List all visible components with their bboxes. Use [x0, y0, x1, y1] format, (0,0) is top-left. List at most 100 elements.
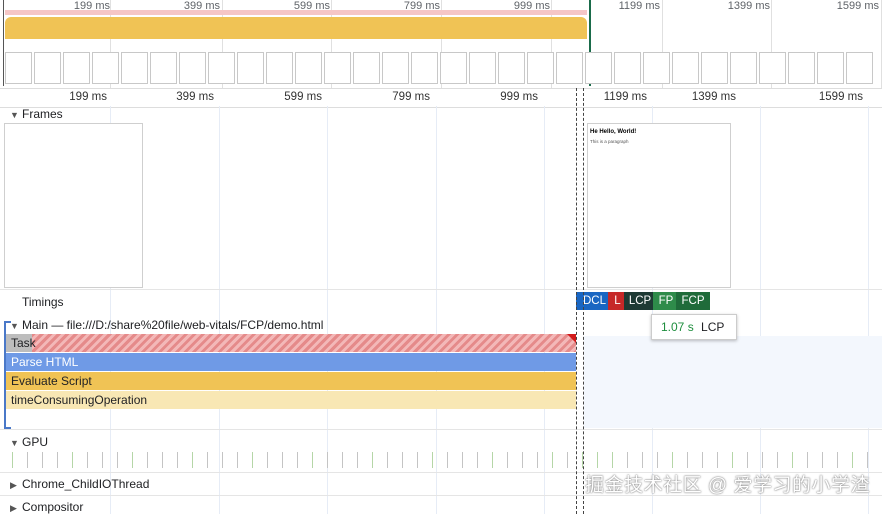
overview-screenshot-thumbnail [817, 52, 844, 84]
gpu-activity-tick [807, 452, 808, 468]
gpu-activity-tick [147, 452, 148, 468]
gpu-activity-tick [297, 452, 298, 468]
gridline [760, 106, 761, 514]
gpu-activity-tick [162, 452, 163, 468]
track-divider [0, 289, 882, 290]
track-frames-header[interactable]: ▼ Frames [10, 107, 63, 121]
timing-marker-lcp[interactable]: LCP [624, 292, 656, 310]
timeline-overview[interactable]: 199 ms 399 ms 599 ms 799 ms 999 ms 1199 … [0, 0, 882, 88]
gpu-activity-tick [102, 452, 103, 468]
frame-thumbnail-painted[interactable]: He Hello, World! This is a paragraph [587, 123, 731, 288]
task-event-bar[interactable]: Task [6, 334, 576, 352]
gpu-activity-tick [27, 452, 28, 468]
frame-thumbnail-blank[interactable] [4, 123, 143, 288]
gridline [868, 106, 869, 514]
ruler-tick: 1599 ms [818, 91, 863, 103]
gpu-activity-tick [57, 452, 58, 468]
overview-screenshot-thumbnail [614, 52, 641, 84]
track-divider [0, 429, 882, 430]
overview-screenshot-thumbnail [469, 52, 496, 84]
lcp-tooltip: 1.07 s LCP [651, 314, 737, 340]
track-label: GPU [22, 435, 49, 449]
track-timings-header: Timings [22, 295, 64, 309]
overview-screenshot-thumbnail [121, 52, 148, 84]
gpu-activity-tick [702, 452, 703, 468]
gpu-activity-tick [507, 452, 508, 468]
overview-screenshot-thumbnail [498, 52, 525, 84]
gpu-activity-tick [72, 452, 73, 468]
gpu-activity-tick [462, 452, 463, 468]
track-main-header[interactable]: ▼ Main — file:///D:/share%20file/web-vita… [10, 318, 323, 332]
collapse-triangle-icon: ▶ [10, 503, 17, 513]
gpu-activity-tick [222, 452, 223, 468]
gpu-activity-tick [537, 452, 538, 468]
frame-preview-text: This is a paragraph [590, 139, 629, 144]
gpu-activity-tick [177, 452, 178, 468]
overview-screenshot-thumbnail [643, 52, 670, 84]
collapse-triangle-icon: ▶ [10, 480, 17, 490]
ruler-tick: 1199 ms [603, 91, 647, 103]
overview-screenshot-thumbnail [730, 52, 757, 84]
gpu-activity-tick [432, 452, 433, 468]
overview-screenshot-thumbnail [527, 52, 554, 84]
ruler-tick: 1399 ms [691, 91, 736, 103]
gpu-activity-tick [42, 452, 43, 468]
gpu-activity-tick [312, 452, 313, 468]
main-thread-idle-area [584, 336, 882, 428]
gpu-activity-tick [192, 452, 193, 468]
evaluate-script-event-bar[interactable]: Evaluate Script [6, 372, 576, 390]
overview-screenshot-thumbnail [208, 52, 235, 84]
frame-preview-heading: He Hello, World! [590, 129, 637, 135]
gpu-activity-tick [282, 452, 283, 468]
overview-screenshot-thumbnail [63, 52, 90, 84]
overview-tick: 1599 ms [836, 0, 879, 12]
gpu-activity-tick [402, 452, 403, 468]
gpu-activity-tick [612, 452, 613, 468]
dcl-marker-line [576, 88, 577, 514]
gpu-activity-tick [117, 452, 118, 468]
timing-marker-fcp[interactable]: FCP [676, 292, 710, 310]
gpu-activity-tick [417, 452, 418, 468]
time-consuming-operation-event-bar[interactable]: timeConsumingOperation [6, 391, 576, 409]
gpu-activity-tick [717, 452, 718, 468]
overview-screenshot-thumbnail [382, 52, 409, 84]
track-gpu-header[interactable]: ▼ GPU [10, 435, 48, 449]
overview-screenshot-thumbnail [846, 52, 873, 84]
expand-triangle-icon: ▼ [10, 438, 19, 448]
ruler-tick: 199 ms [69, 91, 107, 103]
gpu-activity-tick [477, 452, 478, 468]
track-chrome-childio-header[interactable]: ▶ Chrome_ChildIOThread [10, 477, 149, 491]
gpu-activity-tick [792, 452, 793, 468]
gpu-activity-tick [762, 452, 763, 468]
gpu-activity-tick [627, 452, 628, 468]
ruler-tick: 599 ms [284, 91, 322, 103]
track-label: Main — file:///D:/share%20file/web-vital… [22, 318, 324, 332]
overview-screenshot-thumbnail [353, 52, 380, 84]
gpu-activity-tick [777, 452, 778, 468]
overview-screenshot-thumbnail [324, 52, 351, 84]
gpu-activity-tick [837, 452, 838, 468]
gpu-activity-tick [822, 452, 823, 468]
overview-screenshot-thumbnail [150, 52, 177, 84]
overview-screenshot-thumbnail [179, 52, 206, 84]
gpu-activity-tick [327, 452, 328, 468]
overview-screenshot-thumbnail [295, 52, 322, 84]
gpu-activity-tick [267, 452, 268, 468]
gpu-activity-tick [852, 452, 853, 468]
track-compositor-header[interactable]: ▶ Compositor [10, 500, 83, 514]
gpu-activity-tick [342, 452, 343, 468]
overview-screenshot-thumbnail [411, 52, 438, 84]
gpu-activity-tick [867, 452, 868, 468]
long-task-warning-icon [567, 334, 576, 343]
gpu-activity-tick [687, 452, 688, 468]
gpu-activity-tick [552, 452, 553, 468]
parse-html-event-bar[interactable]: Parse HTML [6, 353, 576, 371]
tooltip-value: 1.07 s [661, 320, 694, 334]
gpu-activity-tick [132, 452, 133, 468]
overview-screenshot-thumbnail [788, 52, 815, 84]
overview-screenshot-thumbnail [440, 52, 467, 84]
gpu-activity-tick [357, 452, 358, 468]
gpu-activity-tick [492, 452, 493, 468]
task-label: Task [6, 334, 36, 352]
overview-screenshot-thumbnail [34, 52, 61, 84]
